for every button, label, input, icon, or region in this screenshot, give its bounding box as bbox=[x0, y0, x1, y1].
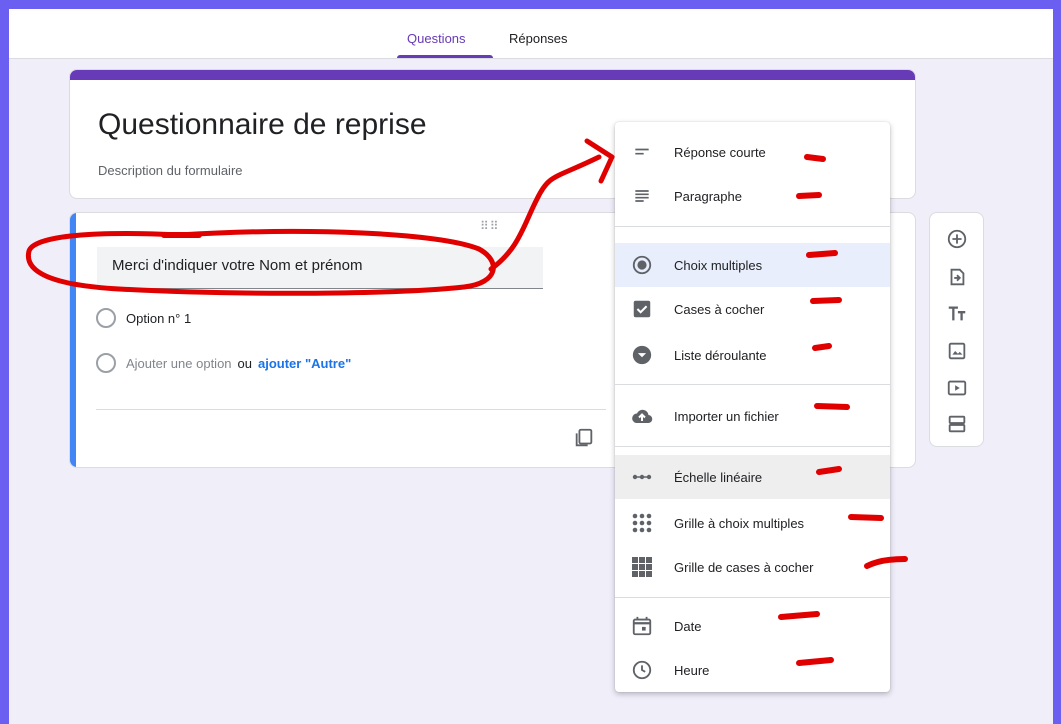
side-toolbar bbox=[929, 212, 984, 447]
menu-item-label: Grille à choix multiples bbox=[674, 515, 805, 531]
menu-item-checkboxes[interactable]: Cases à cocher bbox=[615, 287, 890, 331]
form-title[interactable]: Questionnaire de reprise bbox=[98, 108, 427, 142]
form-description[interactable]: Description du formulaire bbox=[98, 163, 243, 178]
menu-item-dropdown[interactable]: Liste déroulante bbox=[615, 333, 890, 377]
menu-item-paragraph[interactable]: Paragraphe bbox=[615, 174, 890, 218]
duplicate-icon[interactable] bbox=[573, 427, 595, 449]
radio-button-icon bbox=[630, 253, 654, 277]
tab-questions[interactable]: Questions bbox=[407, 31, 466, 46]
question-title-input[interactable]: Merci d'indiquer votre Nom et prénom bbox=[97, 247, 543, 289]
paragraph-icon bbox=[630, 184, 654, 208]
image-icon[interactable] bbox=[946, 340, 968, 362]
app-frame: Questions Réponses Questionnaire de repr… bbox=[9, 9, 1053, 724]
menu-divider bbox=[615, 384, 890, 385]
short-text-icon bbox=[630, 140, 654, 164]
option-1-input[interactable]: Option n° 1 bbox=[126, 311, 191, 326]
dropdown-icon bbox=[630, 343, 654, 367]
menu-item-label: Importer un fichier bbox=[674, 408, 779, 424]
menu-item-label: Date bbox=[674, 618, 702, 634]
or-text: ou bbox=[237, 355, 252, 371]
menu-item-file-upload[interactable]: Importer un fichier bbox=[615, 394, 890, 438]
add-circle-icon[interactable] bbox=[946, 228, 968, 250]
section-icon[interactable] bbox=[946, 413, 968, 435]
import-question-icon[interactable] bbox=[946, 266, 968, 288]
add-option-row: Ajouter une option ou ajouter "Autre" bbox=[96, 353, 351, 373]
add-option-link[interactable]: Ajouter une option bbox=[126, 356, 232, 371]
menu-item-time[interactable]: Heure bbox=[615, 648, 890, 692]
cloud-upload-icon bbox=[630, 404, 654, 428]
linear-scale-icon bbox=[630, 465, 654, 489]
menu-item-label: Échelle linéaire bbox=[674, 469, 763, 485]
grid-squares-icon bbox=[630, 555, 654, 579]
menu-item-linear-scale[interactable]: Échelle linéaire bbox=[615, 455, 890, 499]
option-row: Option n° 1 bbox=[96, 308, 191, 328]
add-option-radio-icon bbox=[96, 353, 116, 373]
add-other-link[interactable]: ajouter "Autre" bbox=[258, 356, 351, 371]
question-type-menu: Réponse courte Paragraphe Choix multiple… bbox=[615, 122, 890, 692]
grid-dots-icon bbox=[630, 511, 654, 535]
clock-icon bbox=[630, 658, 654, 682]
active-tab-indicator bbox=[397, 55, 493, 58]
menu-item-date[interactable]: Date bbox=[615, 604, 890, 648]
question-footer-divider bbox=[96, 409, 606, 410]
checkbox-icon bbox=[630, 297, 654, 321]
menu-item-checkbox-grid[interactable]: Grille de cases à cocher bbox=[615, 545, 890, 589]
menu-divider bbox=[615, 446, 890, 447]
menu-item-label: Heure bbox=[674, 662, 710, 678]
menu-item-label: Paragraphe bbox=[674, 188, 742, 204]
tab-responses[interactable]: Réponses bbox=[509, 31, 568, 46]
title-text-icon[interactable] bbox=[946, 303, 968, 325]
top-bar: Questions Réponses bbox=[9, 9, 1053, 59]
menu-item-label: Réponse courte bbox=[674, 144, 766, 160]
title-card-accent bbox=[70, 70, 915, 80]
active-question-bar bbox=[70, 213, 76, 467]
option-radio-icon bbox=[96, 308, 116, 328]
menu-item-label: Choix multiples bbox=[674, 257, 763, 273]
menu-divider bbox=[615, 597, 890, 598]
menu-item-short-answer[interactable]: Réponse courte bbox=[615, 130, 890, 174]
menu-divider bbox=[615, 226, 890, 227]
calendar-icon bbox=[630, 614, 654, 638]
drag-handle-icon[interactable]: ⠿⠿ bbox=[480, 219, 500, 233]
menu-item-multiple-choice[interactable]: Choix multiples bbox=[615, 243, 890, 287]
menu-item-multiple-choice-grid[interactable]: Grille à choix multiples bbox=[615, 501, 890, 545]
menu-item-label: Liste déroulante bbox=[674, 347, 767, 363]
menu-item-label: Grille de cases à cocher bbox=[674, 559, 814, 575]
video-icon[interactable] bbox=[946, 377, 968, 399]
menu-item-label: Cases à cocher bbox=[674, 301, 765, 317]
